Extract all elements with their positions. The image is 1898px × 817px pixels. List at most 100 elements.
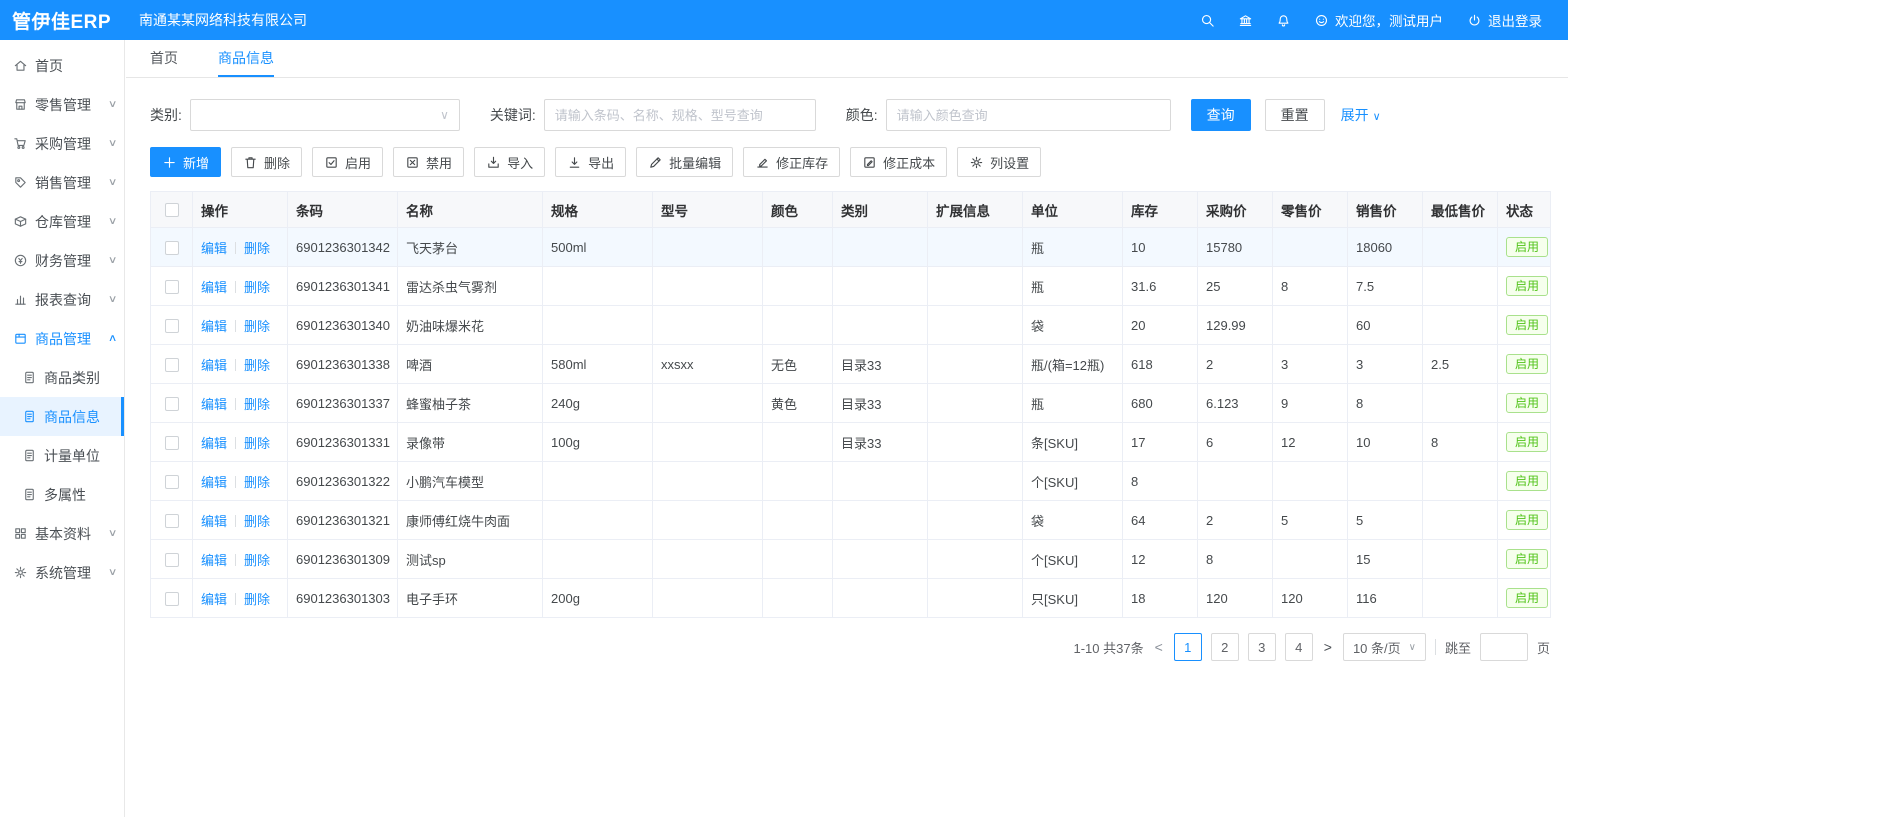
table-row: 编辑删除6901236301331录像带100g目录33条[SKU]176121… (151, 423, 1551, 462)
page-button-4[interactable]: 4 (1285, 633, 1313, 661)
column-settings-button[interactable]: 列设置 (957, 147, 1041, 177)
sidebar-item-purchase[interactable]: 采购管理∨ (0, 124, 124, 163)
import-button[interactable]: 导入 (474, 147, 545, 177)
reset-button[interactable]: 重置 (1265, 99, 1325, 131)
prev-page-button[interactable]: < (1153, 639, 1165, 655)
status-badge[interactable]: 启用 (1506, 471, 1548, 491)
toolbar-button-label: 批量编辑 (669, 153, 721, 172)
sidebar-item-warehouse[interactable]: 仓库管理∨ (0, 202, 124, 241)
row-checkbox[interactable] (165, 241, 179, 255)
next-page-button[interactable]: > (1322, 639, 1334, 655)
table-cell: 9 (1273, 384, 1348, 423)
select-all-checkbox[interactable] (165, 203, 179, 217)
sidebar-item-retail[interactable]: 零售管理∨ (0, 85, 124, 124)
table-cell: 680 (1123, 384, 1198, 423)
status-badge[interactable]: 启用 (1506, 237, 1548, 257)
tab-product-info[interactable]: 商品信息 (218, 40, 274, 77)
table-cell (1423, 267, 1498, 306)
category-select[interactable]: ∨ (190, 99, 460, 131)
status-badge[interactable]: 启用 (1506, 276, 1548, 296)
row-checkbox[interactable] (165, 397, 179, 411)
total-count: 1-10 共37条 (1073, 638, 1143, 657)
batch-edit-button[interactable]: 批量编辑 (636, 147, 733, 177)
expand-link[interactable]: 展开 ∨ (1341, 105, 1381, 125)
delete-link[interactable]: 删除 (244, 358, 270, 373)
export-button[interactable]: 导出 (555, 147, 626, 177)
page-size-select[interactable]: 10 条/页 ∨ (1343, 633, 1426, 661)
table-cell: 无色 (763, 345, 833, 384)
delete-link[interactable]: 删除 (244, 397, 270, 412)
page-button-2[interactable]: 2 (1211, 633, 1239, 661)
edit-link[interactable]: 编辑 (201, 358, 227, 373)
delete-link[interactable]: 删除 (244, 241, 270, 256)
status-badge[interactable]: 启用 (1506, 549, 1548, 569)
row-checkbox[interactable] (165, 553, 179, 567)
edit-link[interactable]: 编辑 (201, 241, 227, 256)
edit-link[interactable]: 编辑 (201, 436, 227, 451)
delete-button[interactable]: 删除 (231, 147, 302, 177)
sidebar-item-system[interactable]: 系统管理∨ (0, 553, 124, 592)
status-badge[interactable]: 启用 (1506, 432, 1548, 452)
fix-cost-button[interactable]: 修正成本 (850, 147, 947, 177)
bank-icon[interactable] (1226, 0, 1264, 40)
edit-link[interactable]: 编辑 (201, 553, 227, 568)
bell-icon[interactable] (1264, 0, 1302, 40)
page-button-1[interactable]: 1 (1174, 633, 1202, 661)
delete-link[interactable]: 删除 (244, 514, 270, 529)
fix-stock-button[interactable]: 修正库存 (743, 147, 840, 177)
edit-link[interactable]: 编辑 (201, 280, 227, 295)
delete-link[interactable]: 删除 (244, 280, 270, 295)
tab-home[interactable]: 首页 (150, 40, 178, 77)
status-badge[interactable]: 启用 (1506, 315, 1548, 335)
enable-button[interactable]: 启用 (312, 147, 383, 177)
user-welcome[interactable]: 欢迎您，测试用户 (1302, 0, 1455, 40)
sidebar-item-sales[interactable]: 销售管理∨ (0, 163, 124, 202)
table-cell (763, 579, 833, 618)
edit-link[interactable]: 编辑 (201, 475, 227, 490)
table-cell (763, 267, 833, 306)
row-checkbox[interactable] (165, 358, 179, 372)
table-cell: 6901236301337 (288, 384, 398, 423)
status-badge[interactable]: 启用 (1506, 354, 1548, 374)
delete-link[interactable]: 删除 (244, 436, 270, 451)
page-button-3[interactable]: 3 (1248, 633, 1276, 661)
row-checkbox[interactable] (165, 475, 179, 489)
row-checkbox[interactable] (165, 592, 179, 606)
sidebar-subitem-product-info[interactable]: 商品信息 (0, 397, 124, 436)
jump-page-input[interactable] (1480, 633, 1528, 661)
edit-link[interactable]: 编辑 (201, 592, 227, 607)
sidebar-item-product[interactable]: 商品管理∧ (0, 319, 124, 358)
status-badge[interactable]: 启用 (1506, 588, 1548, 608)
status-badge[interactable]: 启用 (1506, 510, 1548, 530)
edit-link[interactable]: 编辑 (201, 397, 227, 412)
delete-link[interactable]: 删除 (244, 553, 270, 568)
status-badge[interactable]: 启用 (1506, 393, 1548, 413)
row-checkbox[interactable] (165, 319, 179, 333)
delete-link[interactable]: 删除 (244, 592, 270, 607)
add-button[interactable]: 新增 (150, 147, 221, 177)
table-cell (928, 345, 1023, 384)
keyword-input[interactable] (544, 99, 816, 131)
logout-text: 退出登录 (1488, 10, 1542, 30)
search-icon[interactable] (1188, 0, 1226, 40)
color-input[interactable] (886, 99, 1171, 131)
logout-button[interactable]: 退出登录 (1455, 0, 1554, 40)
delete-link[interactable]: 删除 (244, 475, 270, 490)
delete-link[interactable]: 删除 (244, 319, 270, 334)
sidebar-item-home[interactable]: 首页 (0, 46, 124, 85)
row-checkbox[interactable] (165, 436, 179, 450)
sidebar-item-report[interactable]: 报表查询∨ (0, 280, 124, 319)
pagination-divider (1435, 639, 1436, 655)
edit-link[interactable]: 编辑 (201, 514, 227, 529)
keyword-filter: 关键词: (490, 99, 816, 131)
sidebar-item-basic[interactable]: 基本资料∨ (0, 514, 124, 553)
sidebar-subitem-measure-unit[interactable]: 计量单位 (0, 436, 124, 475)
search-button[interactable]: 查询 (1191, 99, 1251, 131)
sidebar-subitem-multi-attribute[interactable]: 多属性 (0, 475, 124, 514)
disable-button[interactable]: 禁用 (393, 147, 464, 177)
sidebar-subitem-product-category[interactable]: 商品类别 (0, 358, 124, 397)
edit-link[interactable]: 编辑 (201, 319, 227, 334)
sidebar-item-finance[interactable]: 财务管理∨ (0, 241, 124, 280)
row-checkbox[interactable] (165, 514, 179, 528)
row-checkbox[interactable] (165, 280, 179, 294)
